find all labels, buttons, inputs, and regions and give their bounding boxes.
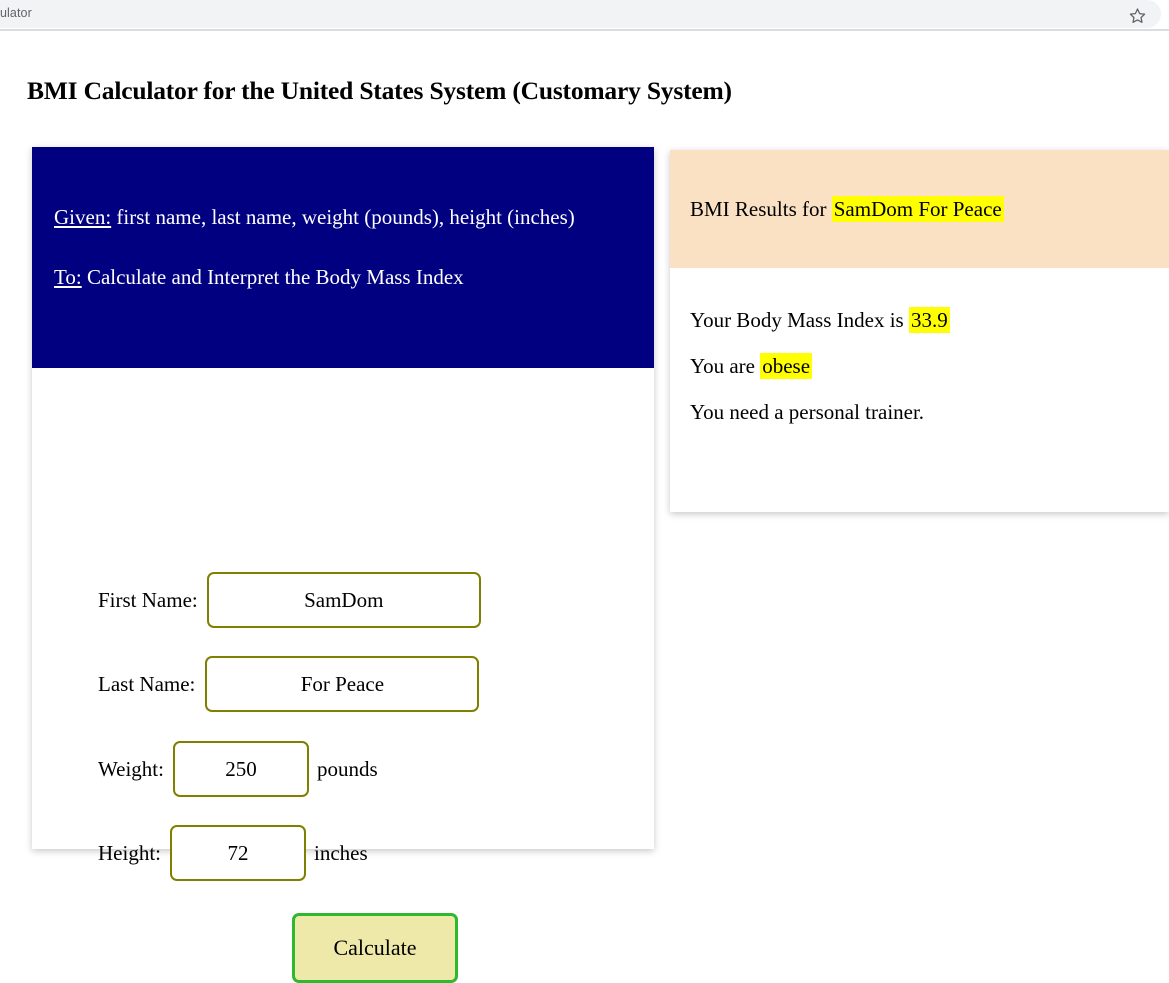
star-icon[interactable]: [1126, 4, 1148, 26]
to-text: Calculate and Interpret the Body Mass In…: [81, 265, 464, 289]
browser-tabstrip[interactable]: ulator: [0, 0, 1161, 28]
weight-input[interactable]: [172, 741, 309, 797]
chrome-separator: [0, 29, 1169, 31]
bmi-value-line: Your Body Mass Index is 33.9: [690, 307, 1169, 333]
bmi-results-card: BMI Results for SamDom For Peace Your Bo…: [670, 150, 1169, 512]
last-name-input[interactable]: [205, 656, 480, 712]
given-line: Given: first name, last name, weight (po…: [54, 193, 632, 241]
bmi-prefix-text: Your Body Mass Index is: [690, 308, 909, 332]
first-name-label: First Name:: [98, 587, 198, 612]
first-name-input[interactable]: [206, 572, 481, 628]
bmi-advice-line: You need a personal trainer.: [690, 400, 925, 425]
height-label: Height:: [98, 840, 161, 865]
to-label: To:: [54, 265, 82, 289]
weight-row: Weight: pounds: [98, 741, 378, 797]
to-line: To: Calculate and Interpret the Body Mas…: [54, 253, 632, 301]
weight-label: Weight:: [98, 756, 164, 781]
page-title: BMI Calculator for the United States Sys…: [27, 76, 732, 106]
last-name-label: Last Name:: [98, 671, 196, 696]
results-header: BMI Results for SamDom For Peace: [670, 150, 1169, 268]
bmi-status-value: obese: [760, 353, 813, 380]
last-name-row: Last Name:: [98, 656, 480, 712]
status-prefix-text: You are: [690, 354, 761, 379]
calculate-button[interactable]: Calculate: [292, 913, 458, 983]
first-name-row: First Name:: [98, 572, 481, 628]
height-input[interactable]: [170, 825, 306, 881]
weight-unit-label: pounds: [316, 756, 378, 781]
results-person-name: SamDom For Peace: [831, 195, 1004, 222]
browser-chrome: ulator: [0, 0, 1169, 31]
results-body: Your Body Mass Index is 33.9 You are obe…: [670, 268, 1169, 447]
results-header-text: BMI Results for SamDom For Peace: [690, 195, 1004, 222]
form-instructions-header: Given: first name, last name, weight (po…: [32, 147, 654, 368]
given-label: Given:: [54, 205, 112, 229]
results-header-prefix: BMI Results for: [690, 196, 832, 221]
bmi-form-card: Given: first name, last name, weight (po…: [32, 147, 654, 983]
bmi-value: 33.9: [908, 307, 950, 333]
browser-tab-title[interactable]: ulator: [0, 6, 32, 20]
bmi-status-line: You are obese: [690, 353, 1169, 380]
given-text: first name, last name, weight (pounds), …: [111, 205, 575, 229]
height-unit-label: inches: [314, 840, 368, 865]
height-row: Height: inches: [98, 825, 368, 881]
